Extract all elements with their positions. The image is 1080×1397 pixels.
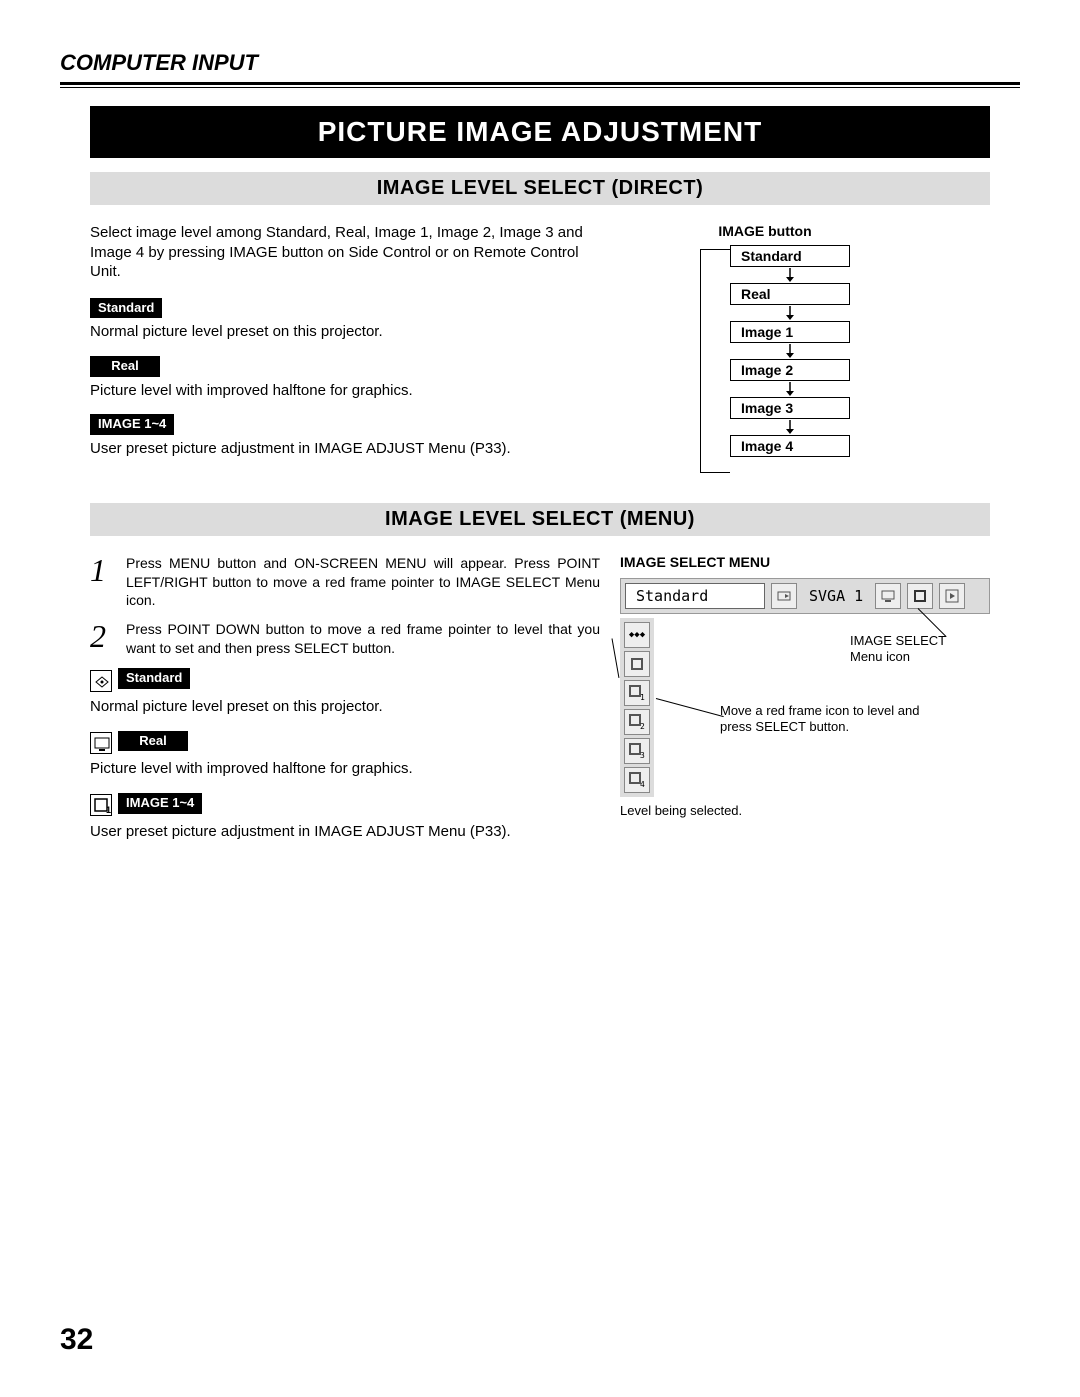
step-text-2: Press POINT DOWN button to move a red fr… [126, 620, 600, 658]
tag-standard: Standard [90, 298, 162, 319]
level-icon-standard: ◆◆◆ [624, 622, 650, 648]
level-icon-4: 4 [624, 767, 650, 793]
tag-standard-menu: Standard [118, 668, 190, 689]
section-label: COMPUTER INPUT [60, 50, 1020, 76]
image-select-icon [907, 583, 933, 609]
subheading-menu: IMAGE LEVEL SELECT (MENU) [90, 503, 990, 536]
level-icon-2: 2 [624, 709, 650, 735]
menu-right: IMAGE SELECT MENU Standard SVGA 1 ◆◆◆ 1 … [620, 554, 990, 856]
monitor-icon [90, 732, 112, 754]
arrow-down-icon [730, 381, 850, 397]
state-image1: Image 1 [730, 321, 850, 343]
direct-left: Select image level among Standard, Real,… [90, 223, 640, 473]
annotation-selected: Level being selected. [620, 803, 742, 819]
state-image4: Image 4 [730, 435, 850, 457]
tag-real-menu: Real [118, 731, 188, 752]
tag-image14-menu: IMAGE 1~4 [118, 793, 202, 814]
arrow-down-icon [730, 419, 850, 435]
arrow-down-icon [730, 343, 850, 359]
annotation-line-2 [656, 698, 724, 717]
loop-return-line [700, 249, 730, 473]
section-menu: 1 Press MENU button and ON-SCREEN MENU w… [90, 554, 990, 856]
menu-bar: Standard SVGA 1 [620, 578, 990, 614]
step-1: 1 Press MENU button and ON-SCREEN MENU w… [90, 554, 600, 611]
side-icon-column: ◆◆◆ 1 2 3 4 [620, 618, 654, 797]
diamond-icon [90, 670, 112, 692]
resolution-label: SVGA 1 [803, 584, 869, 608]
menu-screenshot: Standard SVGA 1 ◆◆◆ 1 2 3 4 IMAGE SELECT… [620, 578, 990, 797]
page-number: 32 [60, 1323, 93, 1357]
level-icon-3: 3 [624, 738, 650, 764]
subheading-direct: IMAGE LEVEL SELECT (DIRECT) [90, 172, 990, 205]
rule-thin [60, 87, 1020, 88]
desc-standard-menu: Normal picture level preset on this proj… [90, 697, 600, 717]
state-image3: Image 3 [730, 397, 850, 419]
arrow-down-icon [730, 305, 850, 321]
svg-text:4: 4 [640, 780, 645, 789]
diagram-title: IMAGE button [540, 223, 990, 239]
menu-item-standard: Standard [90, 668, 600, 693]
state-standard: Standard [730, 245, 850, 267]
desc-real: Picture level with improved halftone for… [90, 381, 640, 401]
status-label: Standard [625, 583, 765, 609]
arrow-down-icon [730, 267, 850, 283]
state-real: Real [730, 283, 850, 305]
svg-text:1: 1 [106, 805, 111, 815]
desc-real-menu: Picture level with improved halftone for… [90, 759, 600, 779]
next-icon [939, 583, 965, 609]
step-2: 2 Press POINT DOWN button to move a red … [90, 620, 600, 658]
step-number-2: 2 [90, 620, 114, 652]
preset-icon: 1 [90, 794, 112, 816]
svg-text:3: 3 [640, 751, 645, 760]
annotation-line-3 [612, 638, 620, 678]
tag-real: Real [90, 356, 160, 377]
step-number-1: 1 [90, 554, 114, 586]
svg-text:2: 2 [640, 722, 645, 731]
page-banner: PICTURE IMAGE ADJUSTMENT [90, 106, 990, 158]
menu-item-real: Real [90, 731, 600, 756]
input-icon [771, 583, 797, 609]
step-text-1: Press MENU button and ON-SCREEN MENU wil… [126, 554, 600, 611]
desc-image14: User preset picture adjustment in IMAGE … [90, 439, 640, 459]
tag-image14: IMAGE 1~4 [90, 414, 174, 435]
level-icon-1: 1 [624, 680, 650, 706]
annotation-menu-icon: IMAGE SELECT Menu icon [850, 633, 980, 666]
desc-standard: Normal picture level preset on this proj… [90, 322, 640, 342]
section-direct: Select image level among Standard, Real,… [90, 223, 990, 473]
rule-thick [60, 82, 1020, 85]
screenshot-heading: IMAGE SELECT MENU [620, 554, 990, 570]
annotation-move-frame: Move a red frame icon to level and press… [720, 703, 950, 736]
state-image2: Image 2 [730, 359, 850, 381]
menu-left: 1 Press MENU button and ON-SCREEN MENU w… [90, 554, 600, 856]
direct-intro: Select image level among Standard, Real,… [90, 223, 610, 282]
menu-item-image14: 1 IMAGE 1~4 [90, 793, 600, 818]
pc-icon [875, 583, 901, 609]
direct-diagram: IMAGE button Standard Real Image 1 Image… [660, 223, 990, 473]
desc-image14-menu: User preset picture adjustment in IMAGE … [90, 822, 600, 842]
svg-text:1: 1 [640, 693, 645, 702]
level-icon-real [624, 651, 650, 677]
